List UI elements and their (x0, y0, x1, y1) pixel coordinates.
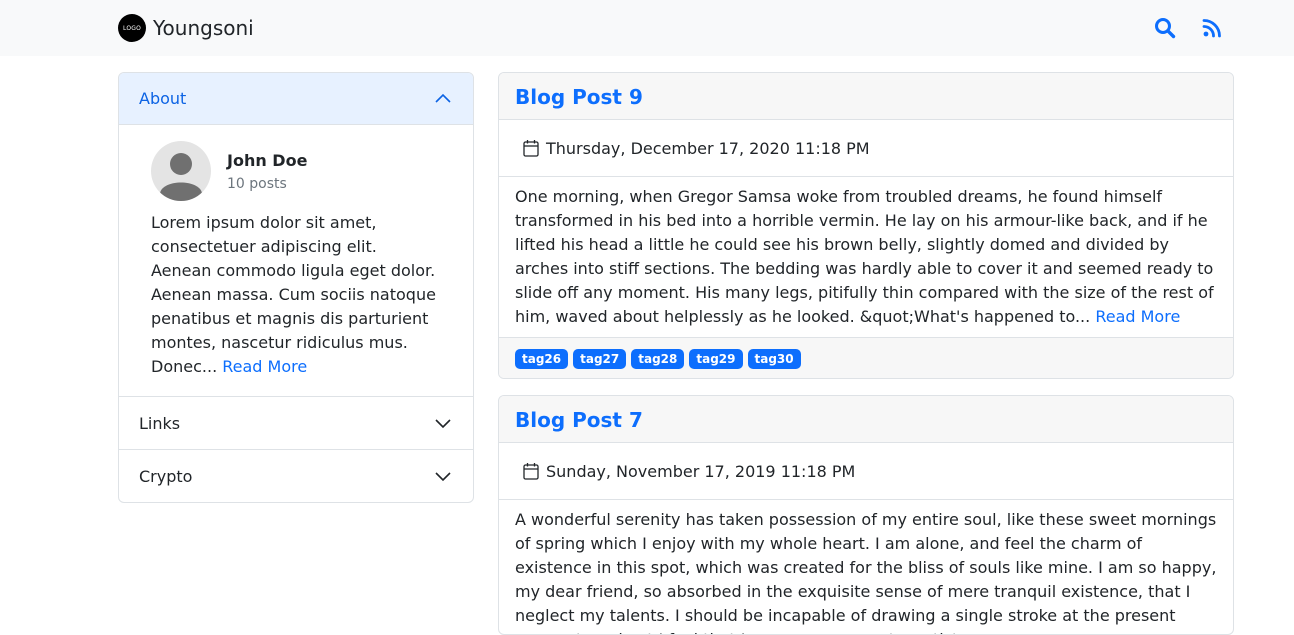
about-panel: John Doe 10 posts Lorem ipsum dolor sit … (119, 125, 473, 396)
rss-icon[interactable] (1202, 17, 1224, 39)
sidebar-accordion: About John Doe 10 posts Lorem ipsum dolo… (118, 72, 474, 503)
author-bio-text: Lorem ipsum dolor sit amet, consectetuer… (151, 213, 436, 376)
author-post-count: 10 posts (227, 175, 287, 192)
tag-badge[interactable]: tag30 (747, 349, 801, 369)
tag-badge[interactable]: tag28 (631, 349, 685, 369)
calendar-icon (523, 463, 539, 480)
chevron-down-icon (435, 472, 451, 482)
tag-badge[interactable]: tag29 (689, 349, 743, 369)
accordion-links-toggle[interactable]: Links (119, 396, 473, 449)
accordion-about-label: About (139, 89, 187, 108)
post-excerpt: One morning, when Gregor Samsa woke from… (499, 177, 1233, 337)
avatar (151, 141, 211, 201)
author-card: John Doe 10 posts (151, 141, 441, 201)
tag-badge[interactable]: tag27 (573, 349, 627, 369)
author-bio: Lorem ipsum dolor sit amet, consectetuer… (151, 211, 441, 379)
chevron-down-icon (435, 419, 451, 429)
post-date-text: Sunday, November 17, 2019 11:18 PM (546, 461, 856, 481)
post-excerpt-text: One morning, when Gregor Samsa woke from… (515, 187, 1214, 326)
navbar: LOGO Youngsoni (0, 0, 1294, 56)
accordion-about-toggle[interactable]: About (119, 73, 473, 125)
post-title-link[interactable]: Blog Post 9 (499, 73, 1233, 120)
post-read-more-link[interactable]: Read More (1095, 307, 1180, 326)
accordion-crypto-label: Crypto (139, 466, 193, 486)
post-card: Blog Post 7 Sunday, November 17, 2019 11… (498, 395, 1234, 635)
author-name: John Doe (227, 150, 308, 170)
post-tags: tag26 tag27 tag28 tag29 tag30 (499, 337, 1233, 378)
accordion-crypto-toggle[interactable]: Crypto (119, 449, 473, 502)
post-title-link[interactable]: Blog Post 7 (499, 396, 1233, 443)
search-icon[interactable] (1154, 17, 1176, 39)
calendar-icon (523, 140, 539, 157)
about-read-more-link[interactable]: Read More (222, 357, 307, 376)
brand-link[interactable]: LOGO Youngsoni (118, 13, 254, 43)
tag-badge[interactable]: tag26 (515, 349, 569, 369)
brand-name: Youngsoni (153, 16, 254, 40)
post-date: Thursday, December 17, 2020 11:18 PM (499, 120, 1233, 177)
post-date-text: Thursday, December 17, 2020 11:18 PM (546, 138, 870, 158)
accordion-links-label: Links (139, 413, 181, 433)
chevron-up-icon (435, 93, 451, 103)
logo: LOGO (118, 14, 146, 42)
post-excerpt: A wonderful serenity has taken possessio… (515, 510, 1217, 634)
post-card: Blog Post 9 Thursday, December 17, 2020 … (498, 72, 1234, 379)
post-date: Sunday, November 17, 2019 11:18 PM (499, 443, 1233, 500)
